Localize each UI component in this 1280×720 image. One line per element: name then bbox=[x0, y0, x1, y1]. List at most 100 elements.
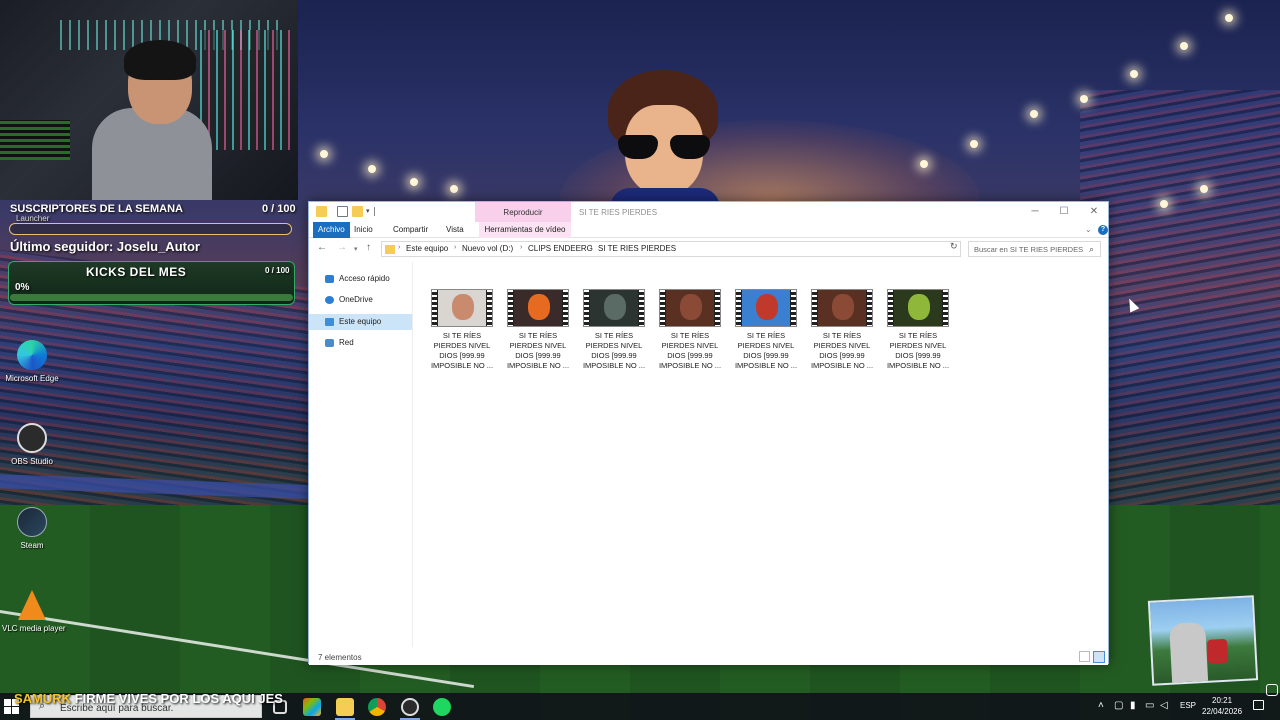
obs-icon bbox=[17, 423, 47, 453]
large-icons-view-icon[interactable] bbox=[1093, 651, 1105, 663]
network-icon bbox=[325, 339, 334, 347]
item-count: 7 elementos bbox=[318, 653, 362, 662]
search-input[interactable]: Buscar en SI TE RIES PIERDES ⌕ bbox=[968, 241, 1101, 257]
nav-item-network[interactable]: Red bbox=[309, 335, 412, 351]
kicks-goal-bar bbox=[10, 294, 293, 301]
stadium-light bbox=[1200, 185, 1208, 193]
nav-item-this-pc[interactable]: Este equipo bbox=[309, 314, 412, 330]
address-bar[interactable]: › Este equipo › Nuevo vol (D:) › CLIPS E… bbox=[381, 241, 1017, 257]
nav-item-label: OneDrive bbox=[339, 295, 373, 304]
file-name: SI TE RÍES PIERDES NIVEL DIOS [999.99 IM… bbox=[886, 331, 950, 370]
microsoft-store-icon[interactable] bbox=[303, 698, 321, 716]
file-name: SI TE RÍES PIERDES NIVEL DIOS [999.99 IM… bbox=[430, 331, 494, 370]
minimize-button[interactable]: ─ bbox=[1020, 204, 1050, 220]
search-placeholder: Buscar en SI TE RIES PIERDES bbox=[974, 245, 1084, 254]
desktop-icon-vlc[interactable]: VLC media player bbox=[2, 590, 66, 633]
webcam-person-hair bbox=[124, 40, 196, 80]
video-file-item[interactable]: SI TE RÍES PIERDES NIVEL DIOS [999.99 IM… bbox=[427, 289, 497, 371]
stadium-light bbox=[410, 178, 418, 186]
new-folder-icon[interactable] bbox=[352, 206, 363, 217]
close-button[interactable]: ✕ bbox=[1079, 204, 1109, 220]
folder-icon bbox=[385, 245, 395, 254]
navigation-pane: Acceso rápido OneDrive Este equipo Red bbox=[309, 262, 413, 647]
maximize-button[interactable]: ☐ bbox=[1049, 204, 1079, 220]
recent-locations-icon[interactable]: ▾ bbox=[354, 245, 358, 253]
overlay-corner-icon bbox=[1266, 684, 1278, 696]
video-file-item[interactable]: SI TE RÍES PIERDES NIVEL DIOS [999.99 IM… bbox=[503, 289, 573, 371]
sunglasses-icon bbox=[618, 135, 710, 159]
last-follower: Último seguidor: Joselu_Autor bbox=[10, 239, 200, 254]
tab-herramientas-video[interactable]: Herramientas de vídeo bbox=[479, 222, 571, 238]
details-view-icon[interactable] bbox=[1079, 651, 1090, 662]
file-name: SI TE RÍES PIERDES NIVEL DIOS [999.99 IM… bbox=[582, 331, 646, 370]
stadium-light bbox=[1180, 42, 1188, 50]
camera-red-object bbox=[1206, 638, 1229, 664]
desktop-icon-obs[interactable]: OBS Studio bbox=[2, 423, 62, 466]
tab-compartir[interactable]: Compartir bbox=[388, 222, 433, 238]
steam-icon bbox=[17, 507, 47, 537]
camera-person bbox=[1169, 621, 1209, 684]
volume-icon[interactable]: ◁ bbox=[1160, 700, 1168, 711]
back-arrow-icon[interactable]: ← bbox=[317, 242, 327, 253]
chevron-down-icon[interactable]: ▾ bbox=[366, 207, 370, 215]
webcam-keyboard bbox=[0, 120, 70, 160]
desktop-icon-edge[interactable]: Microsoft Edge bbox=[2, 340, 62, 383]
expand-ribbon-icon[interactable]: ⌄ bbox=[1085, 225, 1092, 234]
nav-item-onedrive[interactable]: OneDrive bbox=[309, 292, 412, 308]
clock-time[interactable]: 20:21 bbox=[1212, 696, 1232, 705]
tab-archivo[interactable]: Archivo bbox=[313, 222, 350, 238]
properties-icon[interactable] bbox=[337, 206, 348, 217]
window-title: SI TE RIES PIERDES bbox=[579, 208, 658, 217]
chevron-up-icon[interactable]: ˄ bbox=[1098, 700, 1104, 711]
webcam-feed bbox=[0, 0, 298, 200]
video-file-item[interactable]: SI TE RÍES PIERDES NIVEL DIOS [999.99 IM… bbox=[883, 289, 953, 371]
forward-arrow-icon[interactable]: → bbox=[337, 242, 347, 253]
file-explorer-icon[interactable] bbox=[336, 698, 354, 716]
computer-icon bbox=[325, 318, 334, 326]
clock-date[interactable]: 22/04/2026 bbox=[1202, 707, 1242, 716]
nav-item-quick-access[interactable]: Acceso rápido bbox=[309, 271, 412, 287]
file-explorer-window: ▾ Reproducir SI TE RIES PIERDES ─ ☐ ✕ Ar… bbox=[308, 201, 1109, 665]
context-tab-reproducir[interactable]: Reproducir bbox=[475, 202, 571, 222]
cloud-icon bbox=[325, 296, 334, 304]
breadcrumb-nuevo-vol[interactable]: Nuevo vol (D:) bbox=[462, 244, 513, 253]
desktop-icon-steam[interactable]: Steam bbox=[2, 507, 62, 550]
kicks-goal-count: 0 / 100 bbox=[265, 266, 290, 275]
notification-icon[interactable] bbox=[1253, 700, 1264, 710]
breadcrumb-este-equipo[interactable]: Este equipo bbox=[406, 244, 448, 253]
up-arrow-icon[interactable]: ↑ bbox=[366, 242, 371, 253]
spotify-icon[interactable] bbox=[433, 698, 451, 716]
video-file-item[interactable]: SI TE RÍES PIERDES NIVEL DIOS [999.99 IM… bbox=[655, 289, 725, 371]
status-bar: 7 elementos bbox=[309, 649, 1108, 665]
breadcrumb-separator-icon: › bbox=[590, 244, 593, 251]
chrome-icon[interactable] bbox=[368, 698, 386, 716]
video-file-item[interactable]: SI TE RÍES PIERDES NIVEL DIOS [999.99 IM… bbox=[731, 289, 801, 371]
stadium-stand-right bbox=[1080, 90, 1280, 510]
folder-icon bbox=[316, 206, 327, 217]
network-icon[interactable]: ▭ bbox=[1145, 700, 1154, 711]
help-icon[interactable]: ? bbox=[1098, 225, 1108, 235]
tab-vista[interactable]: Vista bbox=[441, 222, 469, 238]
stadium-light bbox=[1225, 14, 1233, 22]
tab-inicio[interactable]: Inicio bbox=[349, 222, 378, 238]
ribbon-tabs: Archivo Inicio Compartir Vista Herramien… bbox=[309, 222, 1108, 238]
subs-goal-bar bbox=[9, 223, 292, 235]
usb-icon[interactable]: ▢ bbox=[1114, 700, 1123, 711]
desktop-icon-label: OBS Studio bbox=[11, 457, 53, 466]
search-icon: ⌕ bbox=[1089, 244, 1095, 254]
file-list: SI TE RÍES PIERDES NIVEL DIOS [999.99 IM… bbox=[415, 262, 1108, 647]
edge-icon bbox=[17, 340, 47, 370]
breadcrumb-current-folder[interactable]: SI TE RIES PIERDES bbox=[598, 244, 676, 253]
desktop-icon-label: Microsoft Edge bbox=[5, 374, 59, 383]
microphone-icon[interactable]: ▮ bbox=[1130, 700, 1136, 711]
language-indicator[interactable]: ESP bbox=[1180, 701, 1196, 710]
file-name: SI TE RÍES PIERDES NIVEL DIOS [999.99 IM… bbox=[506, 331, 570, 370]
nav-item-label: Red bbox=[339, 338, 354, 347]
obs-icon[interactable] bbox=[401, 698, 419, 716]
stadium-light bbox=[1160, 200, 1168, 208]
kicks-goal-percent: 0% bbox=[15, 282, 30, 293]
video-file-item[interactable]: SI TE RÍES PIERDES NIVEL DIOS [999.99 IM… bbox=[807, 289, 877, 371]
breadcrumb-clips-endeerg[interactable]: CLIPS ENDEERG bbox=[528, 244, 593, 253]
refresh-icon[interactable]: ↻ bbox=[950, 241, 958, 252]
video-file-item[interactable]: SI TE RÍES PIERDES NIVEL DIOS [999.99 IM… bbox=[579, 289, 649, 371]
